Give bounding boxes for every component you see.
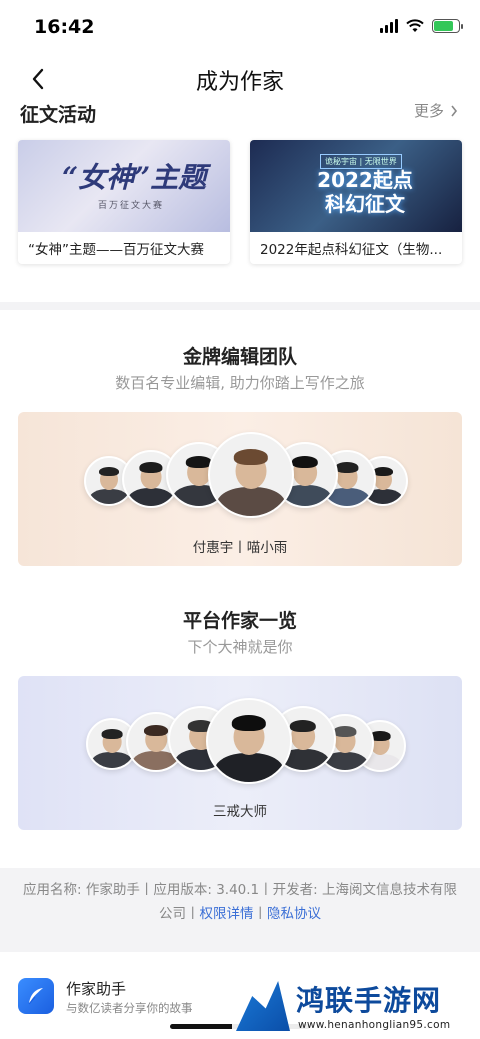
permissions-link[interactable]: 权限详情 (200, 906, 254, 922)
wifi-icon (406, 19, 424, 32)
footer-separator: 丨 (253, 906, 268, 922)
app-slogan: 与数亿读者分享你的故事 (66, 1001, 193, 1015)
avatar (206, 698, 292, 784)
activities-title: 征文活动 (20, 104, 97, 126)
status-time: 16:42 (34, 16, 95, 38)
activities-section: 征文活动 更多 “女神”主题 百万征文大赛 “女神”主题——百万征文大赛 诡秘宇… (0, 100, 480, 302)
banner-tag: 诡秘宇宙 | 无限世界 (320, 154, 402, 169)
nav-bar: 成为作家 (0, 58, 480, 100)
page-title: 成为作家 (195, 70, 284, 95)
authors-panel[interactable]: 三戒大师 (18, 676, 462, 830)
app-info-company-tail: 公司丨 (159, 906, 200, 922)
avatar (208, 432, 294, 518)
app-info-line: 应用名称: 作家助手丨应用版本: 3.40.1丨开发者: 上海阅文信息技术有限 (23, 882, 457, 898)
privacy-link[interactable]: 隐私协议 (267, 906, 321, 922)
app-info-line-2: 公司丨权限详情丨隐私协议 (0, 902, 480, 926)
editor-team-panel[interactable]: 付惠宇丨喵小雨 (18, 412, 462, 566)
banner-headline: “女神”主题 (62, 161, 207, 194)
site-watermark: 鸿联手游网 www.henanhonglian95.com (232, 975, 476, 1037)
event-title: “女神”主题——百万征文大赛 (28, 242, 204, 258)
feather-icon (28, 988, 43, 1005)
status-bar: 16:42 (0, 0, 480, 58)
watermark-logo (236, 981, 290, 1031)
event-banner: “女神”主题 百万征文大赛 (18, 140, 230, 232)
editor-team-subtitle: 数百名专业编辑, 助力你踏上写作之旅 (115, 374, 365, 392)
app-name: 作家助手 (66, 980, 127, 998)
event-card[interactable]: 诡秘宇宙 | 无限世界 2022起点科幻征文 2022年起点科幻征文（生物... (250, 140, 462, 264)
more-link[interactable]: 更多 (414, 100, 458, 121)
watermark-title: 鸿联手游网 (296, 984, 442, 1017)
featured-author-name: 三戒大师 (213, 804, 267, 820)
event-title: 2022年起点科幻征文（生物... (260, 242, 443, 258)
status-icons (380, 19, 463, 33)
app-icon (18, 978, 54, 1014)
authors-title: 平台作家一览 (182, 610, 297, 632)
cellular-signal-icon (380, 19, 398, 33)
battery-icon (432, 19, 463, 33)
event-banner: 诡秘宇宙 | 无限世界 2022起点科幻征文 (250, 140, 462, 232)
more-label: 更多 (413, 102, 444, 120)
chevron-right-icon (451, 105, 458, 116)
app-info-footer: 应用名称: 作家助手丨应用版本: 3.40.1丨开发者: 上海阅文信息技术有限 … (0, 868, 480, 944)
event-card[interactable]: “女神”主题 百万征文大赛 “女神”主题——百万征文大赛 (18, 140, 230, 264)
authors-subtitle: 下个大神就是你 (187, 638, 293, 656)
banner-subtitle: 百万征文大赛 (98, 201, 165, 211)
watermark-url: www.henanhonglian95.com (298, 1019, 451, 1031)
editor-team-title: 金牌编辑团队 (182, 346, 297, 368)
battery-level (434, 21, 454, 31)
banner-headline: 2022起点科幻征文 (317, 168, 413, 216)
featured-editor-names: 付惠宇丨喵小雨 (192, 540, 288, 556)
